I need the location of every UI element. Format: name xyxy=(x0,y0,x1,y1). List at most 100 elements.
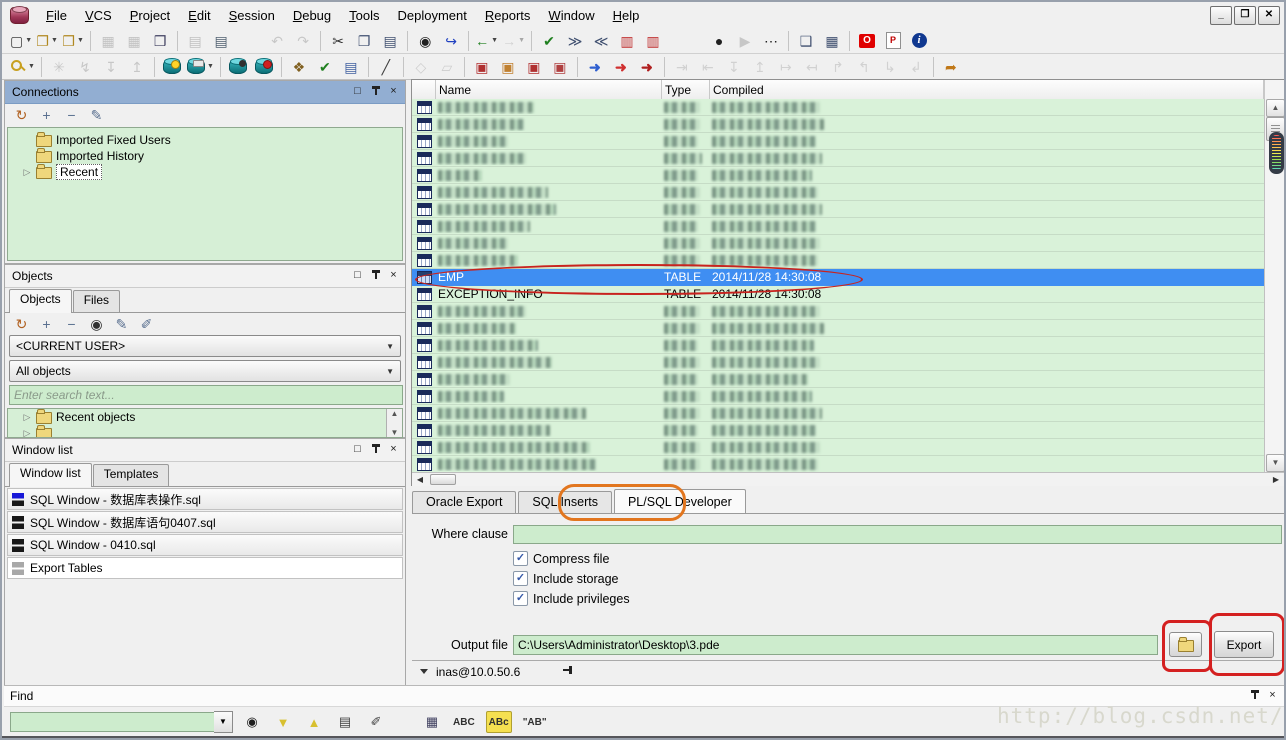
expand-icon[interactable]: ▷ xyxy=(22,412,32,423)
browse-output-file-button[interactable] xyxy=(1169,632,1202,657)
menu-project[interactable]: Project xyxy=(121,6,179,25)
object-filter-select[interactable]: All objects ▼ xyxy=(9,360,401,382)
table-row-censored[interactable] xyxy=(412,218,1264,235)
checkbox-include-storage[interactable]: ✓ Include storage xyxy=(513,571,618,586)
table-row-censored[interactable] xyxy=(412,133,1264,150)
open-recent-icon[interactable]: ❒ ▼ xyxy=(61,29,85,53)
connections-item-imported-history[interactable]: Imported History xyxy=(8,148,402,164)
object-search-input[interactable] xyxy=(9,385,403,405)
open-icon[interactable]: ❐ ▼ xyxy=(35,29,59,53)
print-setup-icon[interactable]: ▤ xyxy=(209,29,233,53)
window-list-item[interactable]: SQL Window - 0410.sql xyxy=(7,534,403,556)
find-object-icon[interactable]: ◉ xyxy=(86,314,107,335)
scroll-up-icon[interactable]: ▲ xyxy=(1266,99,1284,117)
cut-icon[interactable]: ✂ xyxy=(326,29,350,53)
resume-icon[interactable]: ➜ xyxy=(609,55,633,79)
window-list-item[interactable]: Export Tables xyxy=(7,557,403,579)
find-options-icon[interactable]: ▦ xyxy=(422,712,442,732)
delete-record-icon[interactable]: ▥ xyxy=(641,29,665,53)
tab-sql-inserts[interactable]: SQL Inserts xyxy=(518,491,612,513)
find-previous-up-icon[interactable]: ▲ xyxy=(304,712,324,732)
browser-keys-icon[interactable]: ❖ xyxy=(287,55,311,79)
table-row-censored[interactable] xyxy=(412,354,1264,371)
menu-edit[interactable]: Edit xyxy=(179,6,219,25)
table-row-censored[interactable] xyxy=(412,320,1264,337)
close-icon[interactable]: × xyxy=(386,269,401,283)
cascade-windows-icon[interactable]: ❑ xyxy=(794,29,818,53)
edit-connections-icon[interactable]: ✎ xyxy=(86,105,107,126)
table-row-censored[interactable] xyxy=(412,201,1264,218)
chevron-down-icon[interactable]: ▼ xyxy=(214,711,233,733)
scroll-left-icon[interactable]: ◀ xyxy=(413,474,427,485)
table-row-censored[interactable] xyxy=(412,439,1264,456)
menu-window[interactable]: Window xyxy=(539,6,603,25)
execute-script-icon[interactable]: ▣ xyxy=(548,55,572,79)
find-combobox[interactable]: ▼ xyxy=(10,711,233,733)
preferences-wrench-icon[interactable]: ╱ xyxy=(374,55,398,79)
pdf-export-icon[interactable]: P xyxy=(881,29,905,53)
tab-templates[interactable]: Templates xyxy=(92,464,170,486)
close-icon[interactable]: × xyxy=(386,443,401,457)
add-record-icon[interactable]: ▥ xyxy=(615,29,639,53)
macro-record-icon[interactable]: ● xyxy=(707,29,731,53)
tab-window-list[interactable]: Window list xyxy=(9,463,92,487)
menu-vcs[interactable]: VCS xyxy=(76,6,121,25)
macro-library-icon[interactable]: ⋯ xyxy=(759,29,783,53)
execute-doc-icon[interactable]: ▣ xyxy=(522,55,546,79)
scroll-up-icon[interactable]: ▲ xyxy=(391,409,399,418)
exact-phrase-icon[interactable]: "AB" xyxy=(523,712,547,732)
table-row-censored[interactable] xyxy=(412,422,1264,439)
info-icon[interactable]: i xyxy=(907,29,931,53)
remove-object-icon[interactable]: − xyxy=(61,314,82,335)
table-row-censored[interactable] xyxy=(412,150,1264,167)
close-button[interactable]: ✕ xyxy=(1258,5,1280,25)
tab-objects[interactable]: Objects xyxy=(9,289,72,313)
expand-icon[interactable]: ▷ xyxy=(22,428,32,438)
tab-oracle-export[interactable]: Oracle Export xyxy=(412,491,517,513)
scroll-right-icon[interactable]: ▶ xyxy=(1269,474,1283,485)
unindent-icon[interactable]: ≪ xyxy=(589,29,613,53)
table-row-censored[interactable] xyxy=(412,116,1264,133)
menu-session[interactable]: Session xyxy=(220,6,284,25)
column-header-type[interactable]: Type xyxy=(662,80,710,99)
close-icon[interactable]: × xyxy=(386,85,401,99)
column-header-name[interactable]: Name xyxy=(436,80,662,99)
float-icon[interactable]: □ xyxy=(350,85,365,99)
save-all-icon[interactable]: ❒ xyxy=(148,29,172,53)
output-file-input[interactable] xyxy=(513,635,1158,655)
table-row-emp[interactable]: EMP TABLE 2014/11/28 14:30:08 xyxy=(412,269,1264,286)
table-row-censored[interactable] xyxy=(412,235,1264,252)
window-list-item[interactable]: SQL Window - 数据库表操作.sql xyxy=(7,488,403,510)
menu-debug[interactable]: Debug xyxy=(284,6,340,25)
pin-icon[interactable] xyxy=(368,85,383,99)
refresh-objects-icon[interactable]: ↻ xyxy=(11,314,32,335)
checkbox-include-privileges[interactable]: ✓ Include privileges xyxy=(513,591,630,606)
paste-icon[interactable]: ▤ xyxy=(378,29,402,53)
pin-icon[interactable] xyxy=(562,664,572,679)
tile-windows-icon[interactable]: ▦ xyxy=(820,29,844,53)
filter-settings-icon[interactable]: ✐ xyxy=(136,314,157,335)
case-sensitive-icon[interactable]: ABC xyxy=(453,712,475,732)
clear-highlight-icon[interactable]: ✐ xyxy=(366,712,386,732)
checkbox-compress-file[interactable]: ✓ Compress file xyxy=(513,551,609,566)
minimize-button[interactable]: _ xyxy=(1210,5,1232,25)
table-row-exception_info[interactable]: EXCEPTION_INFO TABLE 2014/11/28 14:30:08 xyxy=(412,286,1264,303)
break-session-icon[interactable]: ➦ xyxy=(939,55,963,79)
test-window-icon[interactable]: ✔ xyxy=(313,55,337,79)
find-input[interactable] xyxy=(10,712,214,732)
column-header-compiled[interactable]: Compiled xyxy=(710,80,1264,99)
highlight-all-icon[interactable]: ▤ xyxy=(335,712,355,732)
new-icon[interactable]: ▢ ▼ xyxy=(9,29,33,53)
copy-icon[interactable]: ❐ xyxy=(352,29,376,53)
command-window-icon[interactable]: ▼ xyxy=(186,55,215,79)
connections-item-recent[interactable]: ▷ Recent xyxy=(8,164,402,180)
find-icon[interactable]: ◉ xyxy=(413,29,437,53)
table-row-censored[interactable] xyxy=(412,99,1264,116)
find-binoculars-icon[interactable]: ◉ xyxy=(242,712,262,732)
table-row-censored[interactable] xyxy=(412,388,1264,405)
whole-word-icon[interactable]: ABc xyxy=(485,711,512,733)
user-filter-select[interactable]: <CURRENT USER> ▼ xyxy=(9,335,401,357)
tab-files[interactable]: Files xyxy=(72,290,121,312)
export-button[interactable]: Export xyxy=(1214,631,1274,658)
remove-connection-icon[interactable]: − xyxy=(61,105,82,126)
